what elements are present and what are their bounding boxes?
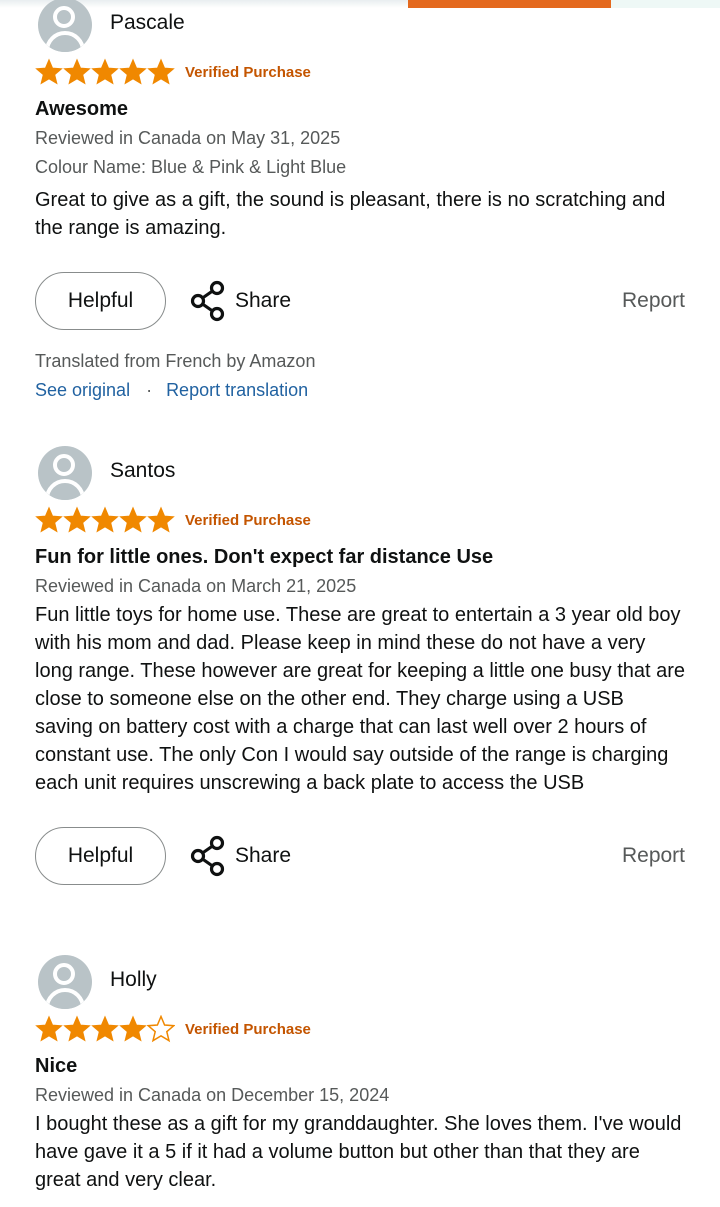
review-date: Reviewed in Canada on December 15, 2024	[35, 1085, 390, 1105]
translation-note: Translated from French by Amazon	[35, 351, 316, 371]
reviewer-name: Holly	[110, 968, 157, 991]
review-date: Reviewed in Canada on May 31, 2025	[35, 128, 341, 148]
translation-links: See original · Report translation	[35, 376, 687, 405]
star-empty-icon	[147, 1015, 175, 1043]
star-filled-icon	[91, 1015, 119, 1042]
review-date: Reviewed in Canada on March 21, 2025	[35, 576, 357, 596]
review-text: I bought these as a gift for my granddau…	[35, 1113, 682, 1191]
review-title: Fun for little ones. Don't expect far di…	[35, 546, 494, 568]
star-filled-icon	[91, 58, 119, 85]
report-link[interactable]: Report	[622, 844, 685, 868]
share-icon	[190, 280, 225, 322]
reviewer-name: Santos	[110, 459, 176, 482]
review-text: Great to give as a gift, the sound is pl…	[35, 189, 666, 239]
star-filled-icon	[91, 506, 119, 533]
share-button[interactable]: Share	[189, 835, 291, 877]
review-variant[interactable]: Colour Name: Blue & Pink & Light Blue	[35, 153, 687, 182]
star-filled-icon	[35, 58, 63, 85]
star-filled-icon	[35, 1015, 63, 1042]
helpful-button[interactable]: Helpful	[35, 827, 166, 885]
avatar-icon	[38, 0, 92, 52]
star-filled-icon	[63, 1015, 91, 1042]
star-rating	[35, 506, 175, 534]
star-filled-icon	[147, 58, 175, 85]
helpful-button[interactable]: Helpful	[35, 272, 166, 330]
star-filled-icon	[63, 506, 91, 533]
star-filled-icon	[119, 58, 147, 85]
avatar-icon	[38, 446, 92, 500]
review-text: Fun little toys for home use. These are …	[35, 604, 686, 794]
reviewer-profile[interactable]: Holly	[35, 953, 687, 1011]
star-filled-icon	[119, 1015, 147, 1042]
see-original-link[interactable]: See original	[35, 380, 130, 400]
star-filled-icon	[119, 506, 147, 533]
reviewer-name: Pascale	[110, 11, 185, 34]
share-icon	[190, 835, 225, 877]
link-separator: ·	[146, 380, 153, 400]
star-filled-icon	[147, 506, 175, 533]
report-translation-link[interactable]: Report translation	[166, 380, 308, 400]
reviewer-profile[interactable]: Pascale	[35, 0, 687, 54]
review-card: Holly Verified Purchase Nice Reviewed in…	[35, 953, 687, 1194]
review-card: Pascale Verified Purchase Awesome Review…	[35, 0, 687, 405]
review-card: Santos Verified Purchase Fun for little …	[35, 444, 687, 889]
verified-purchase-badge: Verified Purchase	[185, 1021, 311, 1038]
verified-purchase-badge: Verified Purchase	[185, 512, 311, 529]
share-label: Share	[235, 289, 292, 312]
reviewer-profile[interactable]: Santos	[35, 444, 687, 502]
share-label: Share	[235, 844, 292, 867]
review-title: Nice	[35, 1055, 78, 1077]
report-link[interactable]: Report	[622, 289, 685, 313]
star-rating	[35, 1015, 175, 1043]
star-filled-icon	[35, 506, 63, 533]
verified-purchase-badge: Verified Purchase	[185, 64, 311, 81]
avatar-icon	[38, 955, 92, 1009]
star-rating	[35, 58, 175, 86]
star-filled-icon	[63, 58, 91, 85]
share-button[interactable]: Share	[189, 280, 291, 322]
review-title: Awesome	[35, 98, 129, 120]
